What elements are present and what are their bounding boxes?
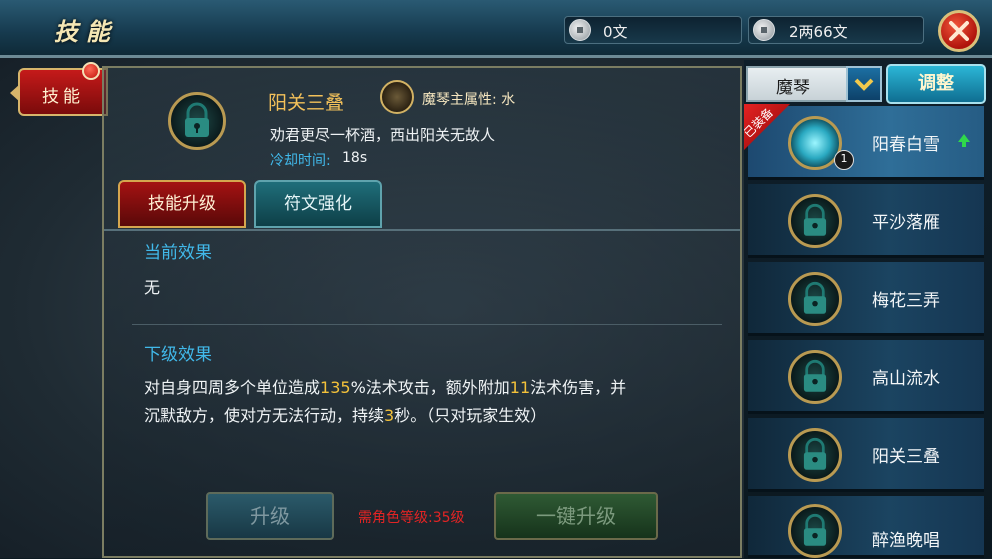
lock-icon	[788, 350, 842, 404]
copper-balance: 0文	[564, 16, 742, 44]
skill-list-item[interactable]: 1 阳春白雪	[748, 106, 984, 180]
tab-rune-enhance[interactable]: 符文强化	[254, 180, 382, 228]
adjust-button[interactable]: 调整	[886, 64, 986, 104]
dropdown-toggle[interactable]	[846, 66, 882, 102]
bound-silver-balance-text: 2两66文	[789, 23, 848, 41]
upgrade-button[interactable]: 升级	[206, 492, 334, 540]
copper-balance-text: 0文	[603, 23, 628, 41]
notification-dot	[82, 62, 100, 80]
bound-silver-balance: 2两66文	[748, 16, 924, 44]
top-bar: 技能 0文 2两66文	[0, 0, 992, 58]
skill-list-item[interactable]: 阳关三叠	[748, 418, 984, 492]
skill-lock-icon	[168, 92, 226, 150]
skill-list-item-name: 高山流水	[872, 369, 940, 389]
skill-list-item-name: 平沙落雁	[872, 213, 940, 233]
current-effect-text: 无	[144, 278, 161, 297]
current-effect-title: 当前效果	[144, 243, 212, 263]
tab-divider	[104, 229, 740, 231]
skill-list-item-name: 阳关三叠	[872, 447, 940, 467]
skill-list-item[interactable]: 醉渔晚唱	[748, 496, 984, 558]
cooldown-value: 18s	[342, 150, 368, 166]
one-click-upgrade-button[interactable]: 一键升级	[494, 492, 658, 540]
lock-icon	[788, 272, 842, 326]
lock-icon	[788, 194, 842, 248]
skills-side-tab-label: 技能	[42, 87, 84, 107]
level-requirement: 需角色等级:35级	[358, 510, 465, 526]
skill-name: 阳关三叠	[268, 92, 345, 114]
cooldown-label: 冷却时间:	[270, 153, 331, 169]
skill-attribute: 魔琴主属性: 水	[422, 92, 516, 108]
locked-coin-icon	[753, 19, 775, 41]
tab-pointer-icon	[10, 84, 20, 102]
upgrade-arrow-icon	[958, 134, 970, 147]
close-icon	[949, 21, 969, 41]
weapon-select-value: 魔琴	[776, 78, 810, 98]
skill-list-item-name: 梅花三弄	[872, 291, 940, 311]
tab-skill-upgrade[interactable]: 技能升级	[118, 180, 246, 228]
skill-list-item[interactable]: 平沙落雁	[748, 184, 984, 258]
silence-duration: 3	[384, 406, 395, 425]
extra-damage: 11	[509, 378, 531, 397]
skill-description: 劝君更尽一杯酒，西出阳关无故人	[270, 126, 496, 144]
guqin-attribute-icon	[380, 80, 414, 114]
skill-level-badge: 1	[834, 150, 854, 170]
next-effect-text: 对自身四周多个单位造成135%法术攻击，额外附加11法术伤害，并 沉默敌方，使对…	[144, 378, 627, 425]
skill-list-item-name: 醉渔晚唱	[872, 531, 940, 551]
next-effect-title: 下级效果	[144, 345, 212, 365]
skill-list-item[interactable]: 高山流水	[748, 340, 984, 414]
skill-list-item[interactable]: 梅花三弄	[748, 262, 984, 336]
chevron-down-icon	[854, 78, 874, 91]
window-title: 技能	[54, 18, 118, 46]
skill-list-item-name: 阳春白雪	[872, 135, 940, 155]
section-divider	[132, 324, 722, 325]
close-button[interactable]	[938, 10, 980, 52]
lock-icon	[788, 504, 842, 558]
coin-icon	[569, 19, 591, 41]
damage-percent: 135	[320, 378, 351, 397]
lock-icon	[788, 428, 842, 482]
